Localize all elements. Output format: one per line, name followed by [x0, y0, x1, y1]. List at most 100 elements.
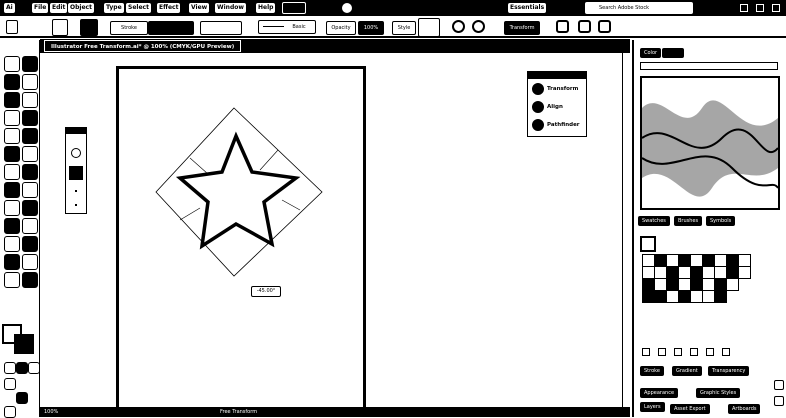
free-transform-bounding-box[interactable] [155, 107, 323, 277]
tab-symbols[interactable]: Symbols [706, 216, 736, 226]
tab-appearance[interactable]: Appearance [640, 388, 679, 398]
pencil-tool-icon[interactable] [22, 146, 38, 162]
swatch-options-icon[interactable] [674, 348, 682, 356]
none-mode-icon[interactable] [28, 362, 40, 374]
properties-icon[interactable] [774, 396, 784, 406]
blend-tool-icon[interactable] [4, 254, 20, 270]
arrange-icon[interactable] [578, 20, 591, 33]
menu-window[interactable]: Window [215, 3, 246, 13]
panel-menu-icon[interactable] [598, 20, 611, 33]
paintbrush-tool-icon[interactable] [22, 128, 38, 144]
document-tab[interactable]: Illustrator Free Transform.ai* @ 100% (C… [44, 40, 242, 52]
width-tool-icon[interactable] [22, 182, 38, 198]
eraser-tool-icon[interactable] [4, 164, 20, 180]
free-distort-icon[interactable] [75, 204, 77, 206]
isolate-icon[interactable] [556, 20, 569, 33]
zoom-level[interactable]: 100% [44, 407, 58, 417]
selection-tool-icon[interactable] [4, 56, 20, 72]
screen-mode-icon[interactable] [16, 392, 28, 404]
rotate-tool-icon[interactable] [22, 164, 38, 180]
fill-stroke-proxy-icon[interactable] [640, 236, 656, 252]
graphic-style-swatch[interactable] [418, 18, 440, 37]
menu-object[interactable]: Object [68, 3, 94, 13]
tab-layers[interactable]: Layers [640, 402, 665, 412]
new-swatch-icon[interactable] [706, 348, 714, 356]
free-transform-mode-icon[interactable] [69, 166, 83, 180]
stock-search-input[interactable]: Search Adobe Stock [585, 2, 693, 14]
eyedropper-tool-icon[interactable] [22, 236, 38, 252]
curvature-tool-icon[interactable] [22, 92, 38, 108]
direct-selection-tool-icon[interactable] [22, 56, 38, 72]
symbol-sprayer-tool-icon[interactable] [22, 254, 38, 270]
menu-edit[interactable]: Edit [50, 3, 68, 13]
align-icon[interactable] [472, 20, 485, 33]
minimize-icon[interactable] [740, 4, 748, 12]
opacity-field[interactable]: 100% [358, 21, 384, 35]
scale-tool-icon[interactable] [4, 182, 20, 198]
maximize-icon[interactable] [756, 4, 764, 12]
tab-graphic-styles[interactable]: Graphic Styles [696, 388, 741, 398]
fill-swatch[interactable] [52, 19, 68, 36]
swatch[interactable] [738, 266, 751, 279]
lasso-tool-icon[interactable] [22, 74, 38, 90]
tab-transparency[interactable]: Transparency [708, 366, 750, 376]
shape-builder-tool-icon[interactable] [22, 200, 38, 216]
line-tool-icon[interactable] [22, 110, 38, 126]
swatch-libraries-icon[interactable] [642, 348, 650, 356]
menu-type[interactable]: Type [104, 3, 124, 13]
libraries-icon[interactable] [774, 380, 784, 390]
new-color-group-icon[interactable] [690, 348, 698, 356]
edit-toolbar-icon[interactable] [4, 406, 16, 418]
trash-icon[interactable] [722, 348, 730, 356]
close-icon[interactable] [772, 4, 780, 12]
gradient-mode-icon[interactable] [16, 362, 28, 374]
perspective-grid-tool-icon[interactable] [4, 218, 20, 234]
tab-stroke[interactable]: Stroke [640, 366, 664, 376]
panel-row-transform[interactable]: Transform [532, 82, 578, 96]
star-shape[interactable] [175, 131, 301, 250]
gradient-tool-icon[interactable] [4, 236, 20, 252]
stroke-swatch[interactable] [80, 19, 98, 36]
magic-wand-tool-icon[interactable] [4, 74, 20, 90]
menu-help[interactable]: Help [256, 3, 276, 13]
swatch[interactable] [726, 278, 739, 291]
type-tool-icon[interactable] [4, 110, 20, 126]
perspective-mode-icon[interactable] [75, 190, 77, 192]
menu-file[interactable]: File [32, 3, 49, 13]
panel-row-align[interactable]: Align [532, 100, 563, 114]
stroke-color-icon[interactable] [14, 334, 34, 354]
workspace-switcher[interactable] [282, 2, 306, 14]
tab-asset-export[interactable]: Asset Export [670, 404, 710, 414]
color-mode-icon[interactable] [4, 362, 16, 374]
recolor-icon[interactable] [452, 20, 465, 33]
menu-select[interactable]: Select [126, 3, 151, 13]
pen-tool-icon[interactable] [4, 92, 20, 108]
variable-width-dropdown[interactable] [200, 21, 242, 35]
shaper-tool-icon[interactable] [4, 146, 20, 162]
gear-icon[interactable] [71, 148, 81, 158]
swatch-kinds-icon[interactable] [658, 348, 666, 356]
panel-row-pathfinder[interactable]: Pathfinder [532, 118, 580, 132]
transform-button[interactable]: Transform [504, 21, 540, 35]
rectangle-tool-icon[interactable] [4, 128, 20, 144]
tab-swatches[interactable]: Swatches [638, 216, 670, 226]
column-graph-tool-icon[interactable] [4, 272, 20, 288]
tab-brushes[interactable]: Brushes [674, 216, 703, 226]
draw-normal-icon[interactable] [4, 378, 16, 390]
workspace-label[interactable]: Essentials [508, 3, 547, 13]
stroke-weight-field[interactable] [148, 21, 194, 35]
collapse-icon[interactable] [6, 20, 18, 34]
tab-color-guide[interactable] [662, 48, 684, 58]
vertical-scrollbar[interactable] [622, 53, 630, 407]
tab-color[interactable]: Color [640, 48, 662, 58]
send-icon[interactable] [342, 3, 352, 13]
star-artwork[interactable] [150, 100, 340, 280]
menu-view[interactable]: View [189, 3, 210, 13]
color-spectrum[interactable] [640, 76, 780, 210]
mesh-tool-icon[interactable] [22, 218, 38, 234]
mini-panel-header[interactable] [66, 128, 86, 134]
menu-effect[interactable]: Effect [157, 3, 181, 13]
artboard-tool-icon[interactable] [22, 272, 38, 288]
free-transform-tool-icon[interactable] [4, 200, 20, 216]
swatch[interactable] [714, 290, 727, 303]
